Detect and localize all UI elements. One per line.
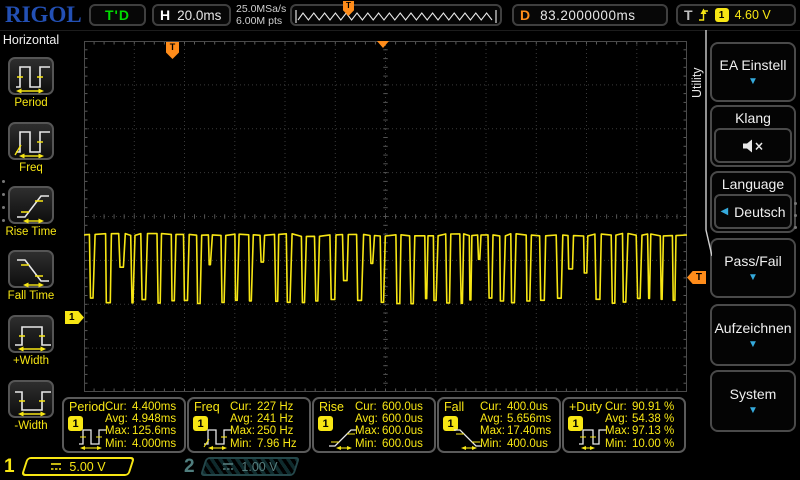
channel2-number[interactable]: 2 (184, 456, 195, 478)
menu-button-freq[interactable] (8, 122, 54, 160)
horizontal-reference-marker (377, 41, 389, 48)
menu-label-pwidth: +Width (0, 355, 62, 367)
menu-scroll-dot (794, 226, 797, 229)
language-select-button[interactable]: ◀ Deutsch (714, 194, 792, 229)
menu-button-label: Language (714, 175, 792, 194)
measurement-name: Fall (444, 400, 464, 414)
trigger-level-marker[interactable]: T (687, 271, 706, 284)
menu-button-klang[interactable]: Klang (710, 105, 796, 167)
plus-width-icon (10, 315, 52, 353)
measurement-name: Period (69, 400, 105, 414)
measurement-name: Rise (319, 400, 344, 414)
freq-icon (10, 122, 52, 160)
chevron-down-icon: ▼ (748, 340, 758, 350)
menu-scroll-dot (2, 193, 5, 196)
measurement-name: Freq (194, 400, 220, 414)
rigol-logo: RIGOL (5, 2, 82, 28)
trigger-label: T (684, 7, 693, 23)
menu-button-period[interactable] (8, 57, 54, 95)
menu-scroll-dot (794, 214, 797, 217)
trigger-level-value: 4.60 V (735, 8, 771, 22)
menu-label-fall-time: Fall Time (0, 290, 62, 302)
menu-button-label: Klang (714, 109, 792, 128)
menu-label-freq: Freq (0, 162, 62, 174)
chevron-left-icon: ◀ (720, 207, 728, 217)
utility-tab-outline (686, 30, 712, 262)
graticule-and-waveform (84, 41, 687, 392)
delay-label: D (520, 7, 530, 23)
measurement-panel-period: Period 1 Cur:4.400ms Avg:4.948ms Max:125… (62, 397, 186, 453)
menu-button-aufzeichnen[interactable]: Aufzeichnen ▼ (710, 304, 796, 366)
menu-label-nwidth: -Width (0, 420, 62, 432)
preview-waveform-icon (292, 6, 500, 24)
rise-time-icon (10, 186, 52, 224)
channel1-ground-marker[interactable]: 1 (65, 311, 84, 324)
measurement-panel-freq: Freq 1 Cur:227 Hz Avg:241 Hz Max:250 Hz … (187, 397, 311, 453)
channel1-scale-value: 5.00 V (69, 460, 105, 474)
menu-button-label: Pass/Fail (724, 253, 782, 269)
period-icon (10, 57, 52, 95)
fall-time-icon (10, 250, 52, 288)
waveform-preview (290, 4, 502, 26)
menu-scroll-dot (794, 202, 797, 205)
menu-button-pass-fail[interactable]: Pass/Fail ▼ (710, 238, 796, 298)
trigger-source-badge: 1 (715, 8, 729, 22)
measurement-name: +Duty (569, 400, 602, 414)
status-bar: RIGOL T'D H 20.0ms 25.0MSa/s 6.00M pts T… (0, 0, 800, 31)
measurement-panel-fall: Fall 1 Cur:400.0us Avg:5.656ms Max:17.40… (437, 397, 561, 453)
measurement-stats: Cur:227 Hz Avg:241 Hz Max:250 Hz Min:7.9… (230, 401, 306, 450)
sample-rate: 25.0MSa/s (236, 3, 286, 15)
channel2-scale[interactable]: 1.00 V (200, 457, 300, 476)
menu-label-rise-time: Rise Time (0, 226, 62, 238)
chevron-down-icon: ▼ (748, 77, 758, 87)
menu-scroll-dot (2, 180, 5, 183)
menu-button-label: Aufzeichnen (714, 320, 791, 336)
menu-button-pwidth[interactable] (8, 315, 54, 353)
measurement-panel-rise: Rise 1 Cur:600.0us Avg:600.0us Max:600.0… (312, 397, 436, 453)
left-softkey-menu: Horizontal Period Freq (0, 30, 62, 455)
measurement-stats: Cur:90.91 % Avg:54.38 % Max:97.13 % Min:… (605, 401, 681, 450)
menu-button-language[interactable]: Language ◀ Deutsch (710, 171, 796, 233)
measurement-panel-duty: +Duty 1 Cur:90.91 % Avg:54.38 % Max:97.1… (562, 397, 686, 453)
delay-value: 83.2000000ms (540, 8, 635, 23)
menu-button-fall-time[interactable] (8, 250, 54, 288)
rising-edge-icon (697, 7, 710, 23)
chevron-down-icon: ▼ (748, 406, 758, 416)
measurement-stats: Cur:4.400ms Avg:4.948ms Max:125.6ms Min:… (105, 401, 181, 450)
menu-scroll-dot (2, 219, 5, 222)
menu-button-label: EA Einstell (720, 57, 787, 73)
dc-coupling-icon (222, 462, 234, 471)
menu-button-label: System (730, 386, 777, 402)
minus-width-icon (10, 380, 52, 418)
channel2-scale-value: 1.00 V (241, 460, 277, 474)
timebase-box: H 20.0ms (152, 4, 231, 26)
menu-label-period: Period (0, 97, 62, 109)
left-menu-title: Horizontal (0, 33, 62, 47)
memory-depth: 6.00M pts (236, 15, 286, 27)
menu-scroll-dot (2, 206, 5, 209)
measurement-stats: Cur:600.0us Avg:600.0us Max:600.0us Min:… (355, 401, 431, 450)
trigger-status: T'D (105, 7, 130, 23)
chevron-down-icon: ▼ (748, 273, 758, 283)
oscilloscope-screen: RIGOL T'D H 20.0ms 25.0MSa/s 6.00M pts T… (0, 0, 800, 480)
menu-button-rise-time[interactable] (8, 186, 54, 224)
menu-button-system[interactable]: System ▼ (710, 370, 796, 432)
measurement-stats: Cur:400.0us Avg:5.656ms Max:17.40ms Min:… (480, 401, 556, 450)
menu-button-ea-einstell[interactable]: EA Einstell ▼ (710, 42, 796, 102)
trigger-status-box: T'D (89, 4, 146, 26)
menu-button-nwidth[interactable] (8, 380, 54, 418)
acquisition-info: 25.0MSa/s 6.00M pts (236, 3, 286, 27)
trigger-box: T 1 4.60 V (676, 4, 796, 26)
channel1-number[interactable]: 1 (4, 456, 15, 478)
sound-toggle-button[interactable] (714, 128, 792, 163)
delay-box: D 83.2000000ms (512, 4, 668, 26)
channel-status-bar: 1 5.00 V 2 1.00 V (0, 455, 800, 480)
channel1-scale[interactable]: 5.00 V (21, 457, 135, 476)
horizontal-label: H (160, 7, 170, 23)
timebase-value: 20.0ms (177, 8, 221, 23)
dc-coupling-icon (50, 462, 62, 471)
speaker-muted-icon (740, 137, 766, 155)
language-value: Deutsch (734, 204, 785, 220)
